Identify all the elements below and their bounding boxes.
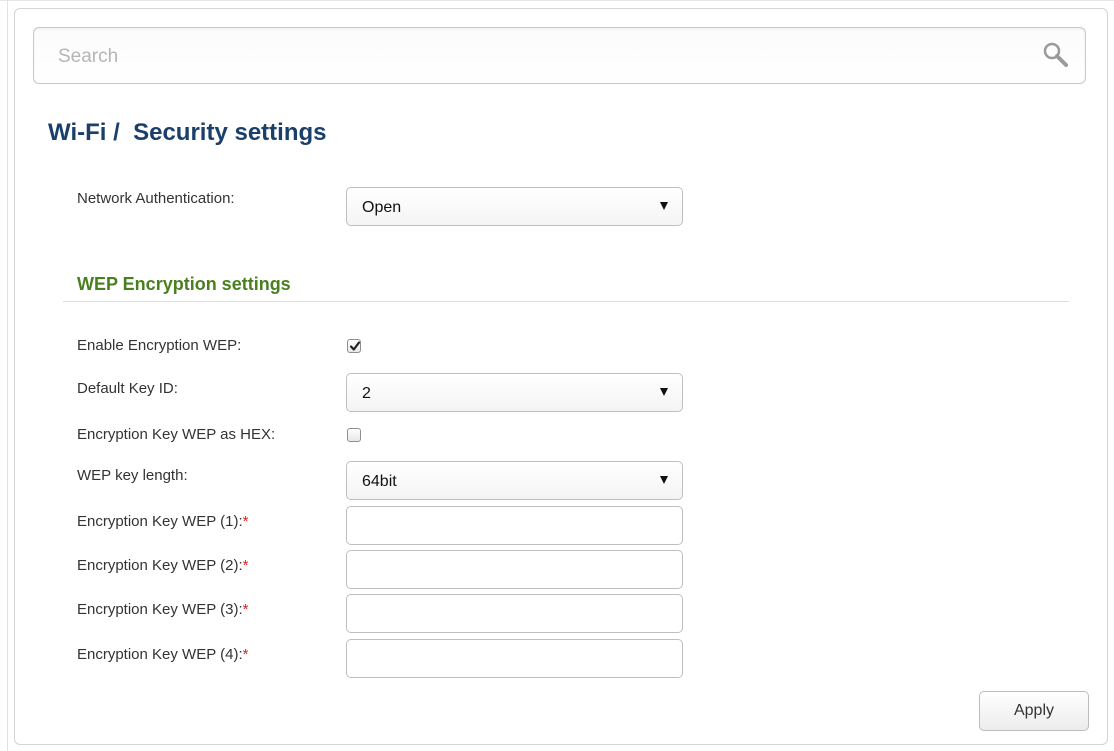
wep-key-2-input[interactable] — [346, 550, 683, 589]
left-border — [7, 0, 8, 751]
wep-hex-checkbox[interactable] — [347, 428, 361, 442]
search-icon[interactable] — [1041, 40, 1071, 70]
wep-key-1-label-text: Encryption Key WEP (1): — [77, 513, 243, 530]
apply-button[interactable]: Apply — [979, 691, 1089, 731]
wep-key-3-input[interactable] — [346, 594, 683, 633]
wep-key-4-label-text: Encryption Key WEP (4): — [77, 646, 243, 663]
wep-key-length-value: 64bit — [362, 473, 397, 490]
enable-wep-checkbox[interactable] — [347, 339, 361, 353]
chevron-down-icon — [660, 202, 668, 210]
default-key-id-label: Default Key ID: — [77, 380, 178, 397]
wep-key-1-input[interactable] — [346, 506, 683, 545]
wep-key-4-input[interactable] — [346, 639, 683, 678]
network-authentication-label: Network Authentication: — [77, 190, 235, 207]
required-marker: * — [242, 557, 249, 574]
wep-key-length-label: WEP key length: — [77, 467, 188, 484]
default-key-id-select[interactable]: 2 — [346, 373, 683, 412]
required-marker: * — [242, 513, 249, 530]
top-border — [0, 0, 1114, 1]
wep-key-2-label-text: Encryption Key WEP (2): — [77, 557, 243, 574]
default-key-id-value: 2 — [362, 385, 371, 402]
network-authentication-select[interactable]: Open — [346, 187, 683, 226]
wep-key-1-label: Encryption Key WEP (1):* — [77, 513, 248, 530]
wep-key-3-label-text: Encryption Key WEP (3): — [77, 601, 243, 618]
wep-section-title: WEP Encryption settings — [77, 274, 291, 294]
section-divider — [63, 301, 1069, 302]
search-bar[interactable] — [33, 27, 1086, 85]
required-marker: * — [242, 646, 249, 663]
wep-key-length-select[interactable]: 64bit — [346, 461, 683, 500]
network-authentication-value: Open — [362, 199, 402, 216]
required-marker: * — [242, 601, 249, 618]
wep-key-4-label: Encryption Key WEP (4):* — [77, 646, 248, 663]
wep-key-3-label: Encryption Key WEP (3):* — [77, 601, 248, 618]
wep-key-2-label: Encryption Key WEP (2):* — [77, 557, 248, 574]
enable-wep-label: Enable Encryption WEP: — [77, 337, 242, 354]
chevron-down-icon — [660, 476, 668, 484]
wep-hex-label: Encryption Key WEP as HEX: — [77, 426, 276, 443]
search-input[interactable] — [56, 28, 1020, 85]
page-title: Wi-Fi / Security settings — [48, 119, 327, 146]
checkmark-icon — [349, 341, 361, 351]
chevron-down-icon — [660, 388, 668, 396]
